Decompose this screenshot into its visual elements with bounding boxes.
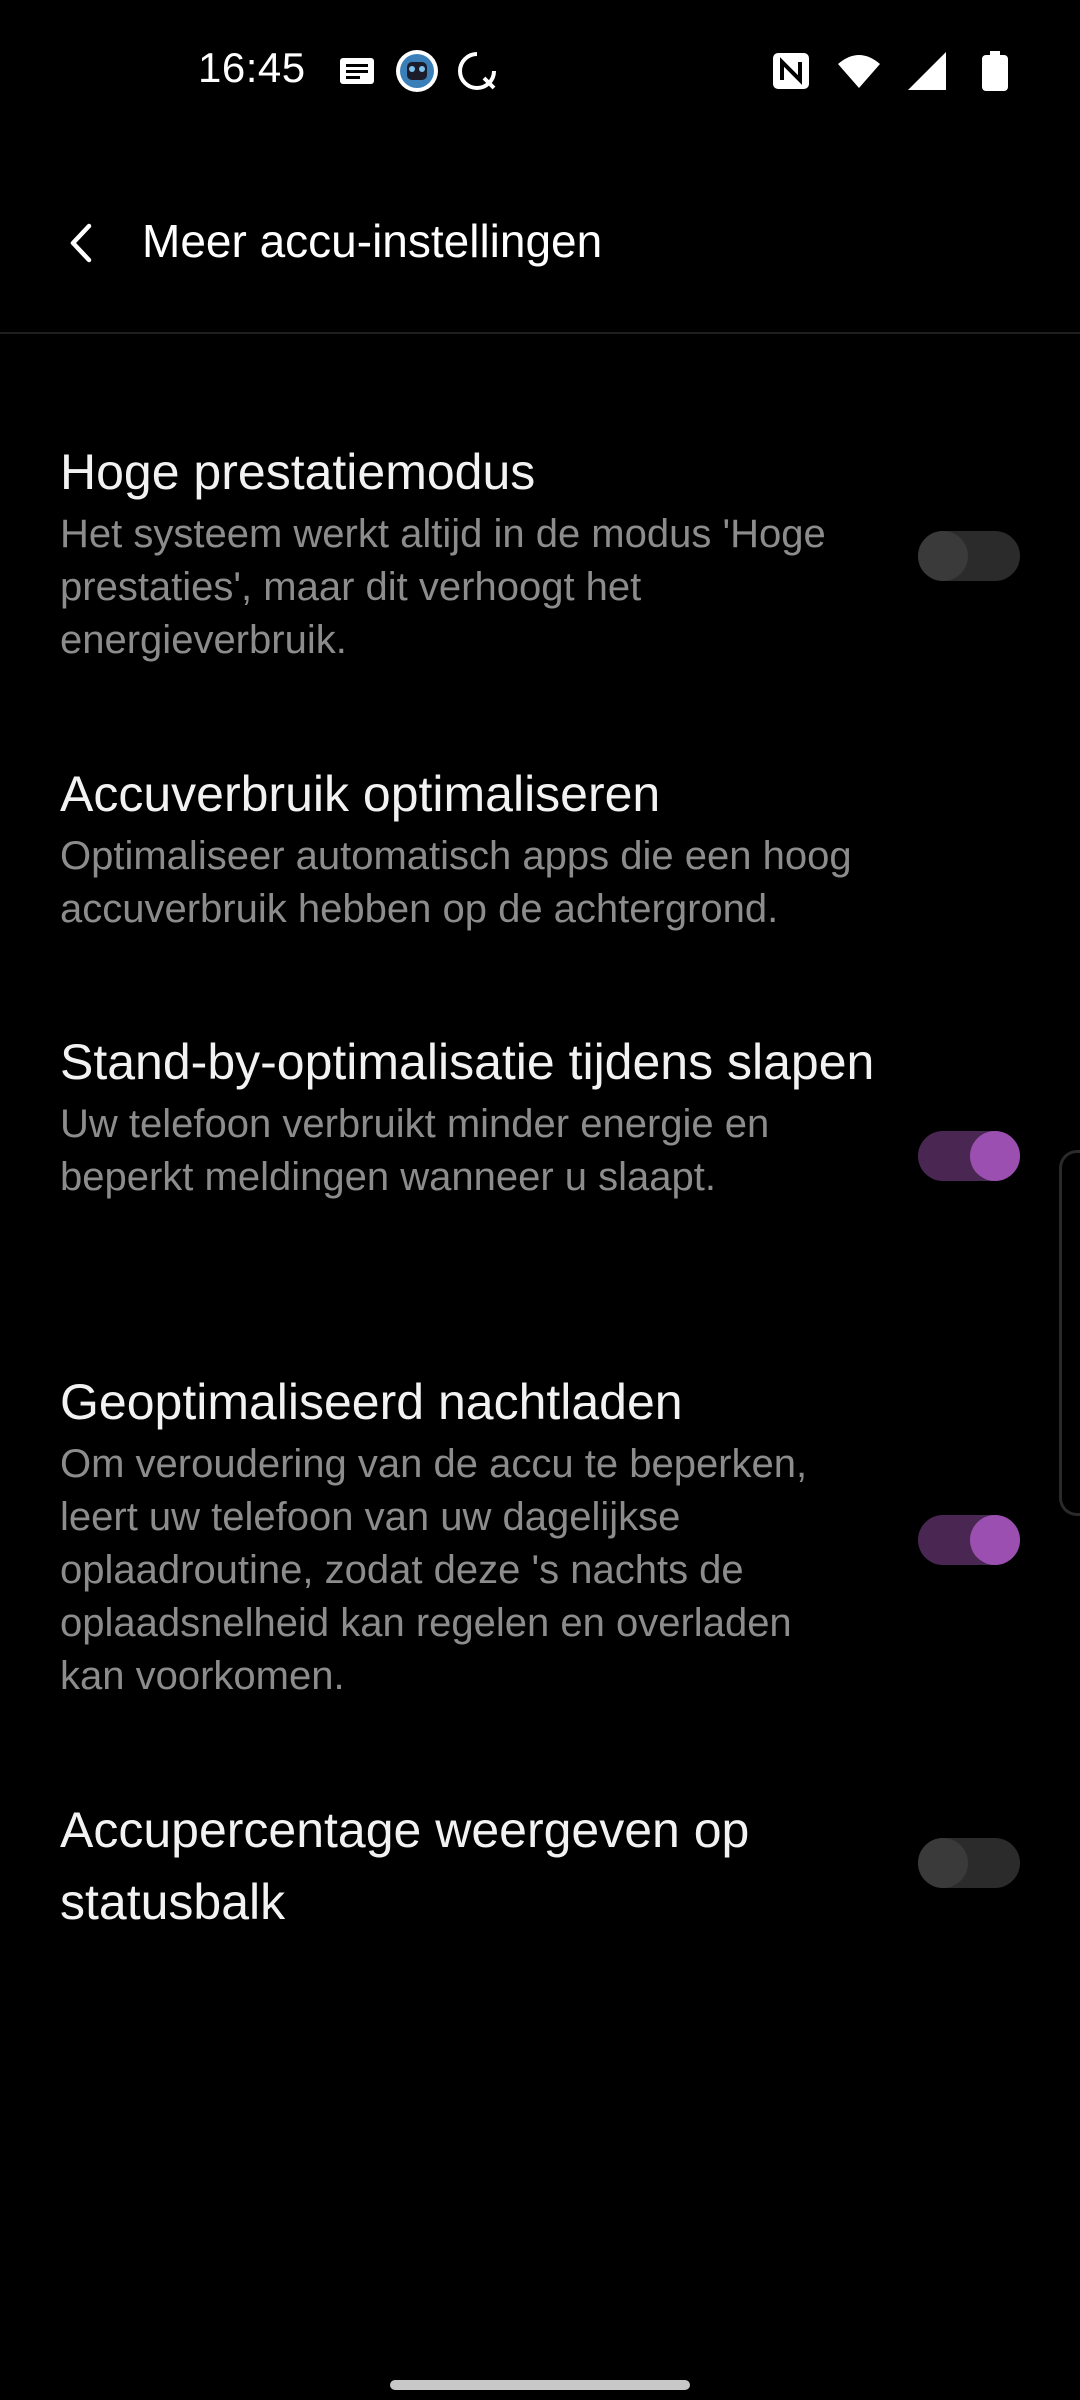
system-icons bbox=[768, 48, 1018, 94]
battery-icon bbox=[972, 48, 1018, 94]
setting-description: Optimaliseer automatisch apps die een ho… bbox=[60, 834, 852, 931]
cell-signal-icon bbox=[904, 48, 950, 94]
high-performance-toggle[interactable] bbox=[918, 531, 1020, 581]
edge-panel-handle[interactable] bbox=[1059, 1150, 1080, 1516]
divider bbox=[0, 332, 1080, 334]
setting-title: Accuverbruik optimaliseren bbox=[60, 766, 661, 822]
back-button[interactable] bbox=[46, 210, 116, 280]
toggle-knob bbox=[918, 531, 968, 581]
wifi-icon bbox=[836, 48, 882, 94]
app-bar: Meer accu-instellingen bbox=[0, 180, 1080, 332]
setting-title: Stand-by-optimalisatie tijdens slapen bbox=[60, 1034, 875, 1090]
toggle-knob bbox=[970, 1131, 1020, 1181]
app-avatar-icon bbox=[394, 48, 440, 94]
setting-description: Het systeem werkt altijd in de modus 'Ho… bbox=[60, 512, 826, 662]
chevron-left-icon bbox=[61, 218, 101, 273]
setting-title: Hoge prestatiemodus bbox=[60, 444, 536, 500]
setting-description: Om veroudering van de accu te beperken, … bbox=[60, 1442, 808, 1698]
nfc-icon bbox=[768, 48, 814, 94]
toggle-knob bbox=[970, 1515, 1020, 1565]
sleep-standby-toggle[interactable] bbox=[918, 1131, 1020, 1181]
sync-icon bbox=[454, 48, 500, 94]
status-bar: 16:45 bbox=[0, 0, 1080, 140]
setting-description: Uw telefoon verbruikt minder energie en … bbox=[60, 1102, 770, 1199]
message-icon bbox=[334, 48, 380, 94]
page-title: Meer accu-instellingen bbox=[142, 215, 603, 267]
setting-sleep-standby-optimization[interactable]: Stand-by-optimalisatie tijdens slapen Uw… bbox=[60, 1026, 1020, 1204]
toggle-knob bbox=[918, 1838, 968, 1888]
setting-battery-percentage-statusbar[interactable]: Accupercentage weergeven op statusbalk bbox=[60, 1794, 1020, 1938]
night-charging-toggle[interactable] bbox=[918, 1515, 1020, 1565]
notification-icons bbox=[334, 48, 500, 94]
battery-percentage-toggle[interactable] bbox=[918, 1838, 1020, 1888]
setting-high-performance-mode[interactable]: Hoge prestatiemodus Het systeem werkt al… bbox=[60, 436, 1020, 667]
setting-optimized-night-charging[interactable]: Geoptimaliseerd nachtladen Om verouderin… bbox=[60, 1366, 1020, 1703]
setting-title: Geoptimaliseerd nachtladen bbox=[60, 1374, 683, 1430]
setting-title: Accupercentage weergeven op statusbalk bbox=[60, 1802, 750, 1930]
setting-optimize-battery-usage[interactable]: Accuverbruik optimaliseren Optimaliseer … bbox=[60, 758, 1020, 936]
gesture-navigation-bar[interactable] bbox=[390, 2380, 690, 2390]
status-time: 16:45 bbox=[198, 44, 306, 91]
